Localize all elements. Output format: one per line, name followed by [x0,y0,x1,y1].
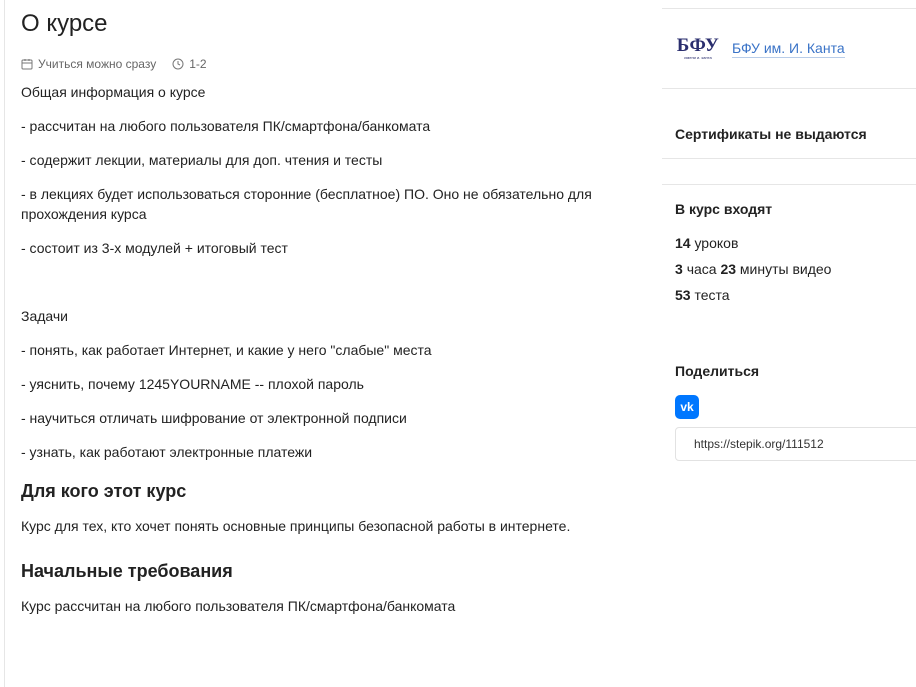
task-item: - научиться отличать шифрование от элект… [21,410,407,426]
sidebar-divider [662,184,916,185]
sidebar-divider [662,158,916,159]
requirements-text: Курс рассчитан на любого пользователя ПК… [21,598,456,614]
task-item: - понять, как работает Интернет, и какие… [21,342,432,358]
workload-label: 1-2 [189,57,207,71]
contents-heading: В курс входят [675,201,773,217]
audience-heading: Для кого этот курс [21,481,187,501]
organization-link[interactable]: БФУ им. И. Канта [732,39,845,58]
logo-subtext: имени и. канта [684,55,712,60]
tests-count: 53 теста [675,287,730,303]
logo-text: БФУ [676,35,720,56]
course-sidebar: БФУ имени и. канта БФУ им. И. Канта Серт… [662,0,916,687]
sidebar-divider [662,8,916,9]
page-title: О курсе [21,10,108,37]
tests-number: 53 [675,287,691,303]
description-intro: Общая информация о курсе [21,84,206,100]
calendar-icon [21,59,33,70]
lessons-count: 14 уроков [675,235,738,251]
course-meta: Учиться можно сразу 1-2 [21,56,631,72]
minutes-number: 23 [720,261,737,277]
audience-text: Курс для тех, кто хочет понять основные … [21,518,571,534]
page-left-border [4,0,5,687]
course-main: О курсе Учиться можно сразу 1-2 Общая ин… [21,10,631,616]
task-item: - уяснить, почему 1245YOURNAME -- плохой… [21,376,364,392]
certificate-status: Сертификаты не выдаются [675,126,867,142]
lessons-number: 14 [675,235,691,251]
start-label: Учиться можно сразу [38,57,157,71]
bfu-logo[interactable]: БФУ имени и. канта [676,34,720,62]
share-url-field[interactable] [675,427,916,461]
lessons-label: уроков [694,235,739,251]
description-item: - рассчитан на любого пользователя ПК/см… [21,118,431,134]
course-description: Общая информация о курсе - рассчитан на … [21,82,631,462]
organization: БФУ имени и. канта БФУ им. И. Канта [676,34,845,62]
vk-icon: vk [680,400,694,414]
sidebar-divider [662,88,916,89]
description-item: - содержит лекции, материалы для доп. чт… [21,152,383,168]
vk-share-button[interactable]: vk [675,395,699,419]
hours-number: 3 [675,261,683,277]
description-item: - состоит из 3-х модулей + итоговый тест [21,240,288,256]
share-heading: Поделиться [675,363,760,379]
description-item: - в лекциях будет использоваться сторонн… [21,186,592,222]
hours-label: часа [686,261,717,277]
tasks-title: Задачи [21,308,69,324]
start-info: Учиться можно сразу [21,57,156,71]
workload-info: 1-2 [172,57,207,71]
requirements-heading: Начальные требования [21,561,233,581]
minutes-label: минуты видео [739,261,832,277]
clock-icon [172,58,184,70]
video-duration: 3 часа 23 минуты видео [675,261,831,277]
task-item: - узнать, как работают электронные плате… [21,444,313,460]
tests-label: теста [694,287,730,303]
